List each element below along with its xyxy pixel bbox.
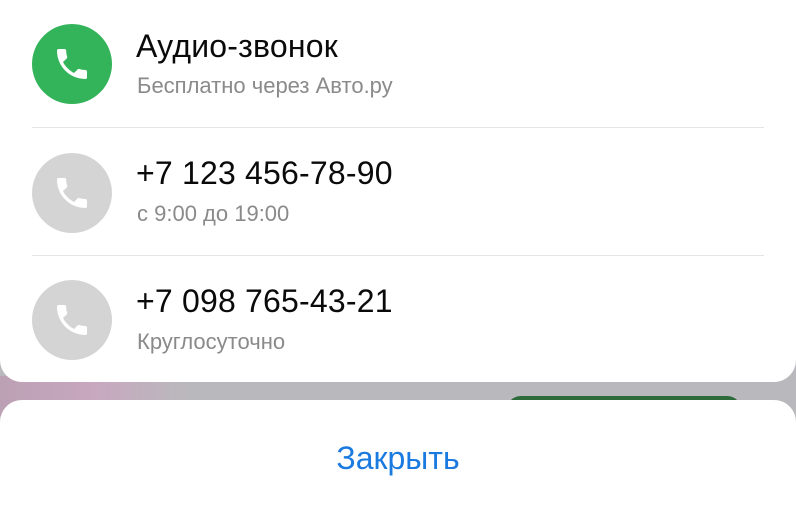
phone-icon <box>32 24 112 104</box>
phone-icon <box>32 280 112 360</box>
phone-number-option-2[interactable]: +7 098 765-43-21 Круглосуточно <box>0 256 796 384</box>
call-options-sheet: Аудио-звонок Бесплатно через Авто.ру +7 … <box>0 0 796 382</box>
option-subtitle: Бесплатно через Авто.ру <box>137 73 393 98</box>
audio-call-option[interactable]: Аудио-звонок Бесплатно через Авто.ру <box>0 0 796 128</box>
close-button-label: Закрыть <box>336 439 460 476</box>
phone-number-option-1[interactable]: +7 123 456-78-90 с 9:00 до 19:00 <box>0 128 796 256</box>
phone-number: +7 123 456-78-90 <box>136 155 393 191</box>
close-sheet: Закрыть <box>0 400 796 514</box>
working-hours: Круглосуточно <box>137 329 286 354</box>
phone-number: +7 098 765-43-21 <box>136 283 393 319</box>
working-hours: с 9:00 до 19:00 <box>137 201 290 226</box>
option-title: Аудио-звонок <box>136 28 338 64</box>
close-button[interactable]: Закрыть <box>0 400 796 514</box>
phone-icon <box>32 153 112 233</box>
